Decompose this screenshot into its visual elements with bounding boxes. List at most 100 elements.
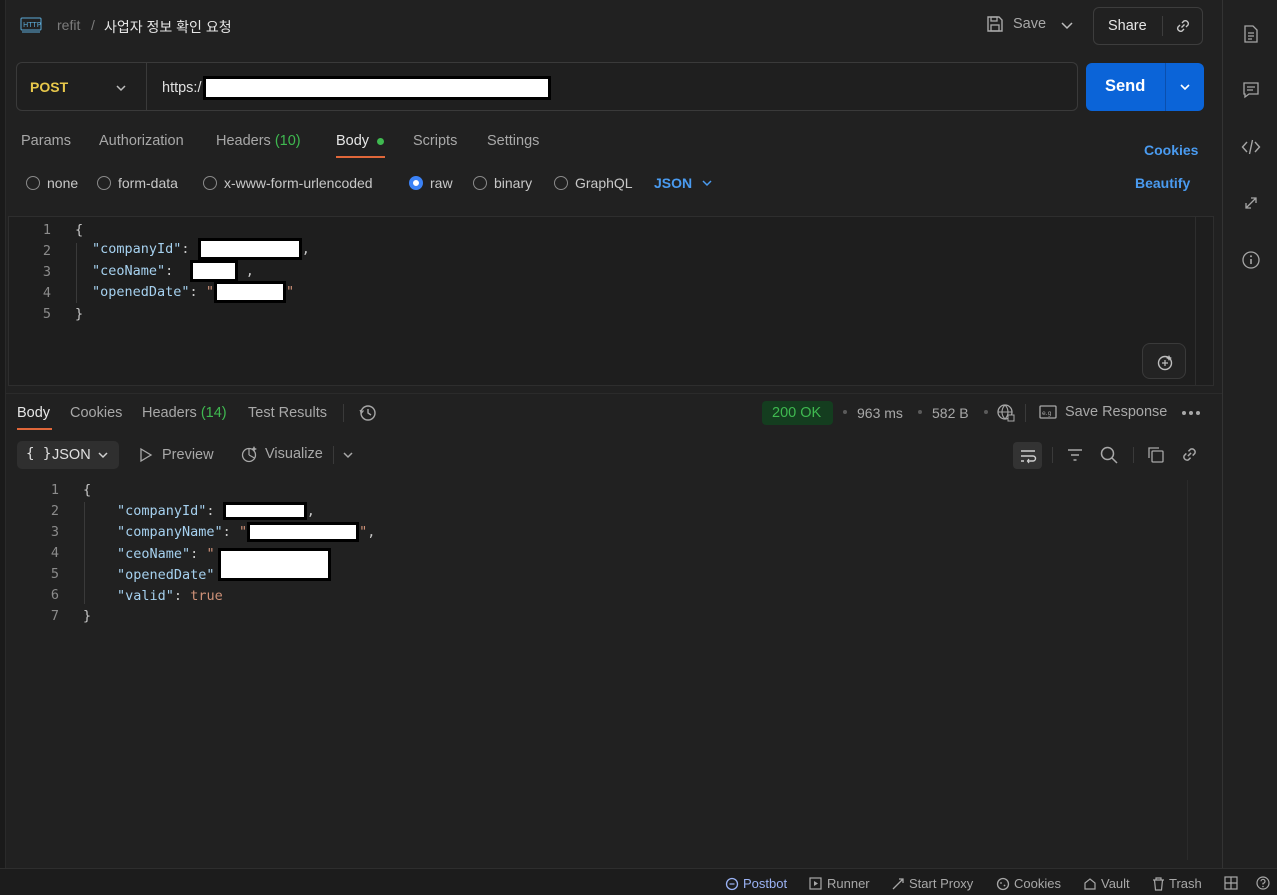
cookies-link[interactable]: Cookies xyxy=(1144,142,1198,158)
json-boolean-value: true xyxy=(190,588,223,604)
response-tab-headers[interactable]: Headers (14) xyxy=(142,405,227,421)
tab-authorization[interactable]: Authorization xyxy=(99,133,184,149)
redacted-value xyxy=(197,238,302,260)
json-open-brace: { xyxy=(75,222,84,238)
json-colon: : xyxy=(190,546,199,562)
body-format-select[interactable]: JSON xyxy=(654,175,714,191)
footer-cookies-label: Cookies xyxy=(1014,876,1061,891)
save-options-chevron-icon[interactable] xyxy=(1060,18,1074,35)
response-size[interactable]: 582 B xyxy=(932,405,969,421)
send-options-chevron-icon[interactable] xyxy=(1178,80,1192,94)
body-modified-dot xyxy=(377,138,384,145)
tab-headers[interactable]: Headers (10) xyxy=(216,133,301,149)
info-icon[interactable] xyxy=(1241,250,1261,270)
body-format-label: JSON xyxy=(654,175,693,191)
documentation-icon[interactable] xyxy=(1241,24,1261,44)
radio-urlencoded[interactable]: x-www-form-urlencoded xyxy=(203,175,373,191)
wrap-lines-icon xyxy=(1021,450,1037,464)
request-body-editor[interactable]: 1 2 3 4 5 { "companyId": , "ceoName": , … xyxy=(8,216,1214,386)
json-quote: " xyxy=(285,284,295,300)
indent-guide xyxy=(76,243,77,303)
network-globe-icon[interactable] xyxy=(996,403,1016,423)
json-colon: : xyxy=(181,241,190,257)
runner-label: Runner xyxy=(827,876,870,891)
share-button[interactable]: Share xyxy=(1108,18,1147,34)
breadcrumb-separator: / xyxy=(91,17,95,33)
radio-graphql[interactable]: GraphQL xyxy=(554,175,633,191)
copy-link-icon[interactable] xyxy=(1174,17,1192,38)
response-format-label: JSON xyxy=(52,447,91,463)
response-tab-cookies[interactable]: Cookies xyxy=(70,405,122,421)
json-comma: , xyxy=(245,263,254,279)
json-line-companyId: "companyId": , xyxy=(117,500,315,522)
radio-form-data[interactable]: form-data xyxy=(97,175,178,191)
response-format-select[interactable]: { } JSON xyxy=(17,441,119,469)
request-title[interactable]: 사업자 정보 확인 요청 xyxy=(104,17,232,37)
method-chevron-icon xyxy=(116,85,126,92)
vault-button[interactable]: Vault xyxy=(1083,876,1130,891)
save-button[interactable]: Save xyxy=(986,15,1046,33)
send-button[interactable]: Send xyxy=(1105,77,1145,96)
line-number: 3 xyxy=(50,524,59,540)
status-bar: Postbot Runner Start Proxy Cookies Vault… xyxy=(0,868,1277,895)
postbot-button[interactable]: Postbot xyxy=(725,876,787,891)
status-badge[interactable]: 200 OK xyxy=(762,401,833,425)
tab-settings[interactable]: Settings xyxy=(487,133,539,149)
search-icon[interactable] xyxy=(1099,445,1119,465)
beautify-button[interactable]: Beautify xyxy=(1135,175,1190,191)
visualize-button[interactable]: Visualize xyxy=(240,445,323,463)
method-select[interactable]: POST xyxy=(17,63,147,110)
code-icon[interactable] xyxy=(1241,137,1261,157)
redacted-value xyxy=(222,502,307,520)
layout-toggle-icon[interactable] xyxy=(1224,876,1238,890)
help-icon[interactable] xyxy=(1256,876,1270,890)
http-icon: HTTP xyxy=(20,15,42,38)
link-icon[interactable] xyxy=(1180,445,1199,464)
more-options-icon[interactable] xyxy=(1182,411,1200,415)
radio-none[interactable]: none xyxy=(26,175,78,191)
tab-divider xyxy=(343,404,344,422)
response-body-viewer[interactable]: 1 2 3 4 5 6 7 { "companyId": , "companyN… xyxy=(8,480,1208,860)
url-prefix: https:/ xyxy=(162,80,202,96)
json-close-brace: } xyxy=(83,608,92,624)
breadcrumb-collection[interactable]: refit xyxy=(57,17,80,33)
url-input[interactable]: https:/ xyxy=(162,76,551,100)
json-key: "valid" xyxy=(117,588,174,604)
json-colon: : xyxy=(206,503,215,519)
tab-body[interactable]: Body xyxy=(336,133,369,149)
method-label: POST xyxy=(30,79,69,95)
json-close-brace: } xyxy=(75,306,84,322)
line-number: 5 xyxy=(42,306,51,322)
preview-button[interactable]: Preview xyxy=(139,447,214,463)
response-time[interactable]: 963 ms xyxy=(857,405,903,421)
radio-binary[interactable]: binary xyxy=(473,175,532,191)
line-number: 4 xyxy=(50,545,59,561)
radio-binary-label: binary xyxy=(494,175,533,191)
tab-headers-label: Headers xyxy=(216,133,271,149)
tab-scripts[interactable]: Scripts xyxy=(413,133,457,149)
view-options-chevron-icon[interactable] xyxy=(341,448,355,462)
trash-button[interactable]: Trash xyxy=(1152,876,1202,891)
wrap-lines-button[interactable] xyxy=(1013,442,1042,469)
comments-icon[interactable] xyxy=(1241,80,1261,100)
save-response-button[interactable]: e.g Save Response xyxy=(1039,404,1167,420)
start-proxy-label: Start Proxy xyxy=(909,876,974,891)
response-tab-body[interactable]: Body xyxy=(17,405,50,421)
radio-raw[interactable]: raw xyxy=(409,175,453,191)
postbot-assist-button[interactable] xyxy=(1142,343,1186,379)
start-proxy-button[interactable]: Start Proxy xyxy=(891,876,973,891)
response-tab-test-results[interactable]: Test Results xyxy=(248,405,327,421)
filter-icon[interactable] xyxy=(1066,446,1084,464)
runner-button[interactable]: Runner xyxy=(809,876,870,891)
json-line-ceoName: "ceoName": " xyxy=(117,543,215,565)
related-collections-icon[interactable] xyxy=(1241,193,1261,213)
view-divider xyxy=(333,446,334,464)
format-brace-icon: { } xyxy=(26,446,52,462)
tab-params[interactable]: Params xyxy=(21,133,71,149)
json-colon: : xyxy=(165,263,174,279)
history-icon[interactable] xyxy=(358,403,378,423)
copy-icon[interactable] xyxy=(1147,446,1165,464)
share-group: Share xyxy=(1093,7,1203,45)
svg-text:HTTP: HTTP xyxy=(23,21,41,29)
footer-cookies-button[interactable]: Cookies xyxy=(996,876,1061,891)
